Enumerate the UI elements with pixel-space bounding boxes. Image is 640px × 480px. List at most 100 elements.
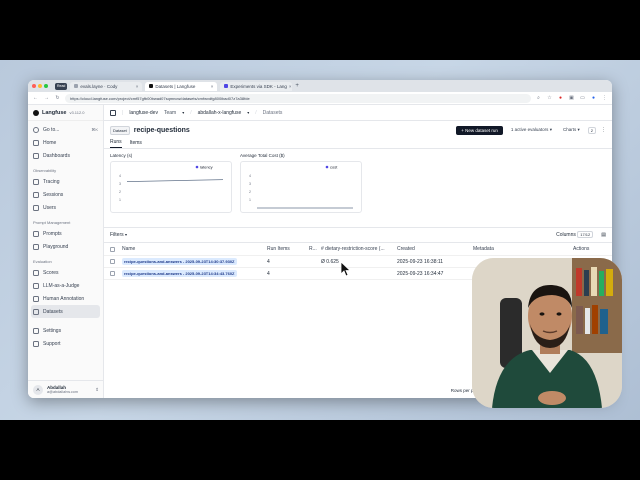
maximize-window-button[interactable] bbox=[44, 84, 48, 88]
close-tab-icon[interactable]: × bbox=[136, 84, 139, 89]
puzzle-icon[interactable]: ▣ bbox=[568, 95, 575, 101]
datasets-icon bbox=[33, 308, 39, 315]
minimize-window-button[interactable] bbox=[38, 84, 42, 88]
user-menu[interactable]: A Abdallah a@abdallahw.com ⇕ bbox=[28, 380, 103, 398]
tab-runs[interactable]: Runs bbox=[110, 139, 122, 148]
chevron-down-icon: ▾ bbox=[125, 232, 128, 237]
legend-label: latency bbox=[200, 165, 213, 170]
sidebar-item-label: Human Annotation bbox=[43, 295, 85, 302]
close-window-button[interactable] bbox=[32, 84, 36, 88]
zoom-icon[interactable]: ⌕ bbox=[535, 95, 542, 101]
sidebar-group-observability: Observability bbox=[33, 168, 57, 173]
run-name-link[interactable]: recipe-questions-and-answers - 2025-09-2… bbox=[122, 269, 237, 277]
sidebar-item-prompts[interactable]: Prompts bbox=[28, 227, 103, 240]
annotation-icon bbox=[33, 295, 39, 302]
chart-title: Average Total Cost ($) bbox=[240, 153, 285, 158]
column-run-items[interactable]: Run Items bbox=[267, 246, 309, 252]
filters-button[interactable]: Filters ▾ bbox=[110, 232, 127, 238]
run-name-link[interactable]: recipe-questions-and-answers - 2025-09-2… bbox=[122, 257, 237, 265]
sidebar-item-scores[interactable]: Scores bbox=[28, 266, 103, 279]
charts-button[interactable]: Charts ▾ bbox=[560, 125, 583, 135]
sidebar-item-label: Tracing bbox=[43, 178, 60, 185]
sidebar-group-evaluation: Evaluation bbox=[33, 259, 52, 264]
profile-icon[interactable]: ● bbox=[590, 95, 597, 101]
sidebar-item-settings[interactable]: Settings bbox=[28, 324, 103, 337]
sidebar-item-sessions[interactable]: Sessions bbox=[28, 188, 103, 201]
select-all-checkbox[interactable] bbox=[110, 246, 115, 252]
latency-chart: Latency (s) 4 3 2 1 latency bbox=[110, 153, 232, 213]
address-bar-row: ← → ↻ https://cloud.langfuse.com/project… bbox=[28, 92, 612, 105]
sidebar-item-dashboards[interactable]: Dashboards bbox=[28, 149, 103, 162]
panel-toggle-icon[interactable] bbox=[110, 109, 116, 116]
browser-tab-experiments[interactable]: Experiments via SDK - Lang × bbox=[220, 81, 293, 91]
sidebar-item-label: Playground bbox=[43, 243, 69, 250]
sidebar-item-label: Home bbox=[43, 139, 57, 146]
browser-tab-datasets[interactable]: Datasets | Langfuse × bbox=[145, 81, 218, 91]
new-dataset-run-button[interactable]: + New dataset run bbox=[456, 125, 503, 135]
new-run-label: New dataset run bbox=[465, 127, 498, 133]
column-score[interactable]: # dietary-restriction-score (... bbox=[321, 246, 397, 252]
close-tab-icon[interactable]: × bbox=[289, 84, 292, 89]
chevron-down-icon[interactable]: ▾ bbox=[182, 110, 184, 115]
sidebar-group-prompt-management: Prompt Management bbox=[33, 220, 71, 225]
org-selector[interactable]: langfuse-dev bbox=[129, 110, 158, 116]
back-icon[interactable]: ← bbox=[32, 95, 39, 101]
breadcrumb-page[interactable]: Datasets bbox=[263, 110, 283, 116]
row-checkbox[interactable] bbox=[110, 271, 115, 276]
run-items-cell: 4 bbox=[267, 270, 270, 277]
table-header: Name Run Items R... # dietary-restrictio… bbox=[104, 243, 612, 256]
y-tick-label: 3 bbox=[249, 182, 251, 186]
prompts-icon bbox=[33, 230, 39, 237]
page-header: Dataset recipe-questions + New dataset r… bbox=[104, 121, 612, 139]
tab-group-badge[interactable]: Read bbox=[55, 82, 68, 90]
columns-button[interactable]: Columns 17/12 bbox=[556, 231, 594, 238]
column-actions: Actions bbox=[573, 246, 590, 252]
tab-items[interactable]: Items bbox=[130, 140, 142, 148]
column-created[interactable]: Created bbox=[397, 246, 473, 252]
active-evaluators-button[interactable]: 1 active evaluators ▾ bbox=[508, 125, 555, 135]
sidebar-item-datasets[interactable]: Datasets bbox=[31, 305, 100, 318]
divider: / bbox=[255, 109, 257, 116]
home-icon bbox=[33, 139, 39, 146]
column-name[interactable]: Name bbox=[122, 246, 267, 252]
close-tab-icon[interactable]: × bbox=[211, 84, 214, 89]
window-controls bbox=[32, 84, 48, 88]
favicon-icon bbox=[224, 84, 229, 88]
sidebar-toggle-icon[interactable]: ▭ bbox=[579, 95, 586, 101]
reload-icon[interactable]: ↻ bbox=[54, 95, 61, 101]
cost-chart: Average Total Cost ($) 4 3 2 1 cost bbox=[240, 153, 362, 213]
row-checkbox[interactable] bbox=[110, 259, 115, 264]
chevron-down-icon[interactable]: ▾ bbox=[247, 110, 249, 115]
sidebar-item-tracing[interactable]: Tracing bbox=[28, 175, 103, 188]
sidebar-item-human-annotation[interactable]: Human Annotation bbox=[28, 292, 103, 305]
project-selector[interactable]: abdallah-x-langfuse bbox=[198, 110, 242, 116]
browser-tab-cody[interactable]: evals.layne · Cody × bbox=[70, 81, 143, 91]
sidebar-item-label: Prompts bbox=[43, 230, 62, 237]
more-options-icon[interactable]: ⋮ bbox=[601, 127, 606, 133]
forward-icon[interactable]: → bbox=[43, 95, 50, 101]
sidebar-item-support[interactable]: Support bbox=[28, 337, 103, 350]
sidebar-item-label: LLM-as-a-Judge bbox=[43, 282, 80, 289]
score-cell: Ø 0.625 bbox=[321, 258, 339, 265]
url-field[interactable]: https://cloud.langfuse.com/project/cmf57… bbox=[65, 93, 531, 103]
columns-count: 17/12 bbox=[577, 231, 594, 238]
sidebar-item-llm-as-a-judge[interactable]: LLM-as-a-Judge bbox=[28, 279, 103, 292]
sidebar-item-users[interactable]: Users bbox=[28, 201, 103, 214]
webcam-overlay bbox=[472, 258, 622, 408]
column-r[interactable]: R... bbox=[309, 246, 321, 252]
run-items-cell: 4 bbox=[267, 258, 270, 265]
y-tick-label: 1 bbox=[249, 198, 251, 202]
chart-title: Latency (s) bbox=[110, 153, 133, 158]
chevron-down-icon: ▾ bbox=[549, 127, 552, 132]
goto-button[interactable]: Go to... ⌘K bbox=[28, 123, 103, 136]
sidebar-item-home[interactable]: Home bbox=[28, 136, 103, 149]
chart-card: 4 3 2 1 latency bbox=[110, 161, 232, 213]
sidebar-item-playground[interactable]: Playground bbox=[28, 240, 103, 253]
column-metadata[interactable]: Metadata bbox=[473, 246, 573, 252]
extensions-icon[interactable]: ● bbox=[557, 95, 564, 101]
bookmark-icon[interactable]: ☆ bbox=[546, 95, 553, 101]
browser-menu-icon[interactable]: ⋮ bbox=[601, 95, 608, 101]
new-tab-icon[interactable]: + bbox=[295, 83, 299, 89]
row-height-icon[interactable]: ▤ bbox=[601, 232, 606, 238]
sidebar-item-label: Dashboards bbox=[43, 152, 70, 159]
